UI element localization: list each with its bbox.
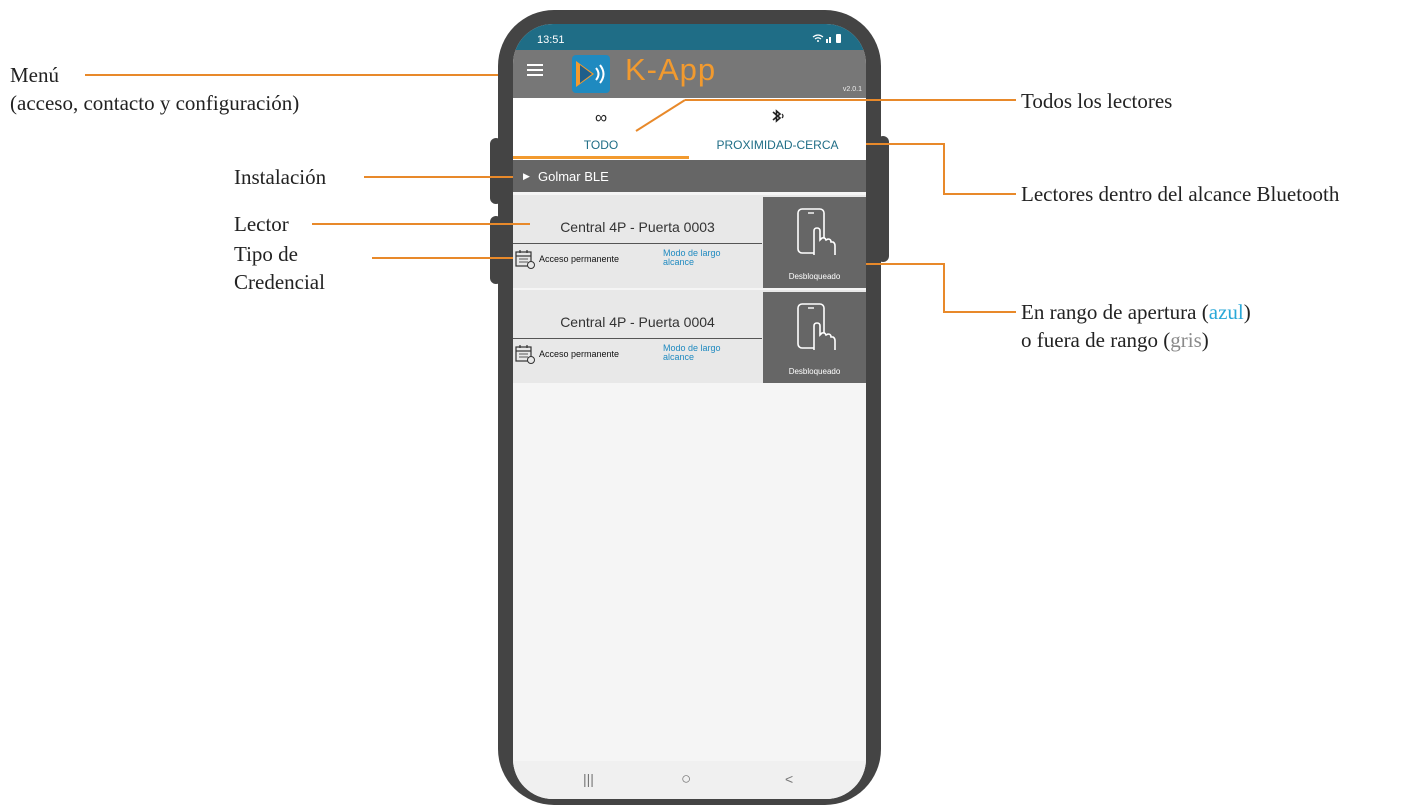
annotation-range-line1-prefix: En rango de apertura ( — [1021, 300, 1209, 324]
annotation-range-line2-prefix: o fuera de rango ( — [1021, 328, 1171, 353]
annotation-bluetooth-range: Lectores dentro del alcance Bluetooth — [1021, 182, 1340, 206]
annotation-range-line2-suffix: ) — [1201, 328, 1209, 353]
annotation-credential-line2: Credencial — [234, 270, 325, 295]
annotation-range-gray: gris — [1170, 328, 1202, 353]
annotation-menu-title: Menú — [10, 63, 59, 87]
annotation-installation: Instalación — [234, 165, 327, 189]
annotation-menu-subtitle: (acceso, contacto y configuración) — [10, 91, 300, 116]
annotation-range: En rango de apertura (azul) o fuera de r… — [1021, 298, 1251, 355]
annotation-credential-type: Tipo de Credencial — [234, 240, 325, 297]
annotation-all-readers: Todos los lectores — [1021, 89, 1173, 113]
annotation-menu: Menú (acceso, contacto y configuración) — [10, 61, 299, 118]
annotation-credential-line1: Tipo de — [234, 242, 298, 266]
annotation-range-blue: azul — [1208, 300, 1244, 324]
annotation-range-line1: En rango de apertura (azul) — [1021, 298, 1251, 326]
annotation-range-line1-suffix: ) — [1243, 300, 1251, 324]
annotation-range-line2: o fuera de rango (gris) — [1021, 326, 1251, 354]
callout-lines — [85, 74, 1016, 313]
annotation-reader: Lector — [234, 212, 289, 236]
